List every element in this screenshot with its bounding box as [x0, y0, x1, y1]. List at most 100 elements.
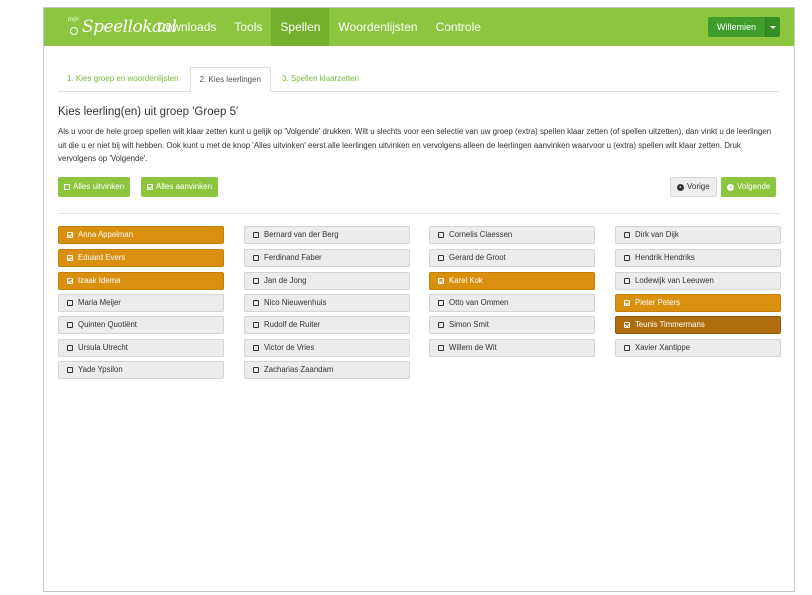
student-name: Rudolf de Ruiter [264, 320, 321, 329]
student-item[interactable]: Yade Ypsilon [58, 361, 224, 379]
checkbox-empty-icon[interactable] [253, 278, 259, 284]
student-name: Simon Smit [449, 320, 489, 329]
uncheck-all-button[interactable]: Alles uitvinken [58, 177, 131, 197]
checkbox-empty-icon[interactable] [624, 232, 630, 238]
student-item[interactable]: Lodewijk van Leeuwen [615, 272, 781, 290]
checkbox-empty-icon[interactable] [253, 322, 259, 328]
checkbox-empty-icon[interactable] [624, 278, 630, 284]
prev-button[interactable]: Vorige [670, 177, 717, 197]
student-name: Izaak Idema [78, 276, 121, 285]
logo-ring-icon [70, 27, 78, 35]
checkbox-empty-icon[interactable] [253, 345, 259, 351]
checkbox-empty-icon[interactable] [253, 300, 259, 306]
checkbox-empty-icon[interactable] [67, 322, 73, 328]
checkbox-empty-icon[interactable] [253, 255, 259, 261]
checkbox-empty-icon[interactable] [253, 367, 259, 373]
student-item[interactable]: Nico Nieuwenhuis [244, 294, 410, 312]
user-name[interactable]: Willemien [707, 17, 765, 37]
next-label: Volgende [737, 182, 771, 191]
top-navbar: mijn Speellokaal Downloads Tools Spellen… [44, 8, 794, 46]
student-item[interactable]: Simon Smit [429, 316, 595, 334]
checkbox-empty-icon[interactable] [67, 300, 73, 306]
tab-step-2[interactable]: 2. Kies leerlingen [189, 67, 271, 92]
student-item[interactable]: Anna Appelman [58, 226, 224, 244]
uncheck-all-label: Alles uitvinken [73, 182, 125, 191]
student-item[interactable]: Xavier Xantippe [615, 339, 781, 357]
checkbox-checked-icon[interactable] [67, 278, 73, 284]
student-name: Nico Nieuwenhuis [264, 298, 327, 307]
student-item[interactable]: Cornelis Claessen [429, 226, 595, 244]
student-item[interactable]: Hendrik Hendriks [615, 249, 781, 267]
check-all-label: Alles aanvinken [156, 182, 213, 191]
student-item[interactable]: Willem de Wit [429, 339, 595, 357]
checkbox-empty-icon [64, 184, 70, 190]
checkbox-checked-icon[interactable] [67, 255, 73, 261]
student-name: Ferdinand Faber [264, 253, 322, 262]
student-item[interactable]: Dirk van Dijk [615, 226, 781, 244]
checkbox-empty-icon[interactable] [438, 322, 444, 328]
student-item[interactable]: Bernard van der Berg [244, 226, 410, 244]
nav-spellen[interactable]: Spellen [271, 8, 330, 46]
student-name: Yade Ypsilon [78, 365, 123, 374]
student-name: Teunis Timmermans [635, 320, 705, 329]
nav-woordenlijsten[interactable]: Woordenlijsten [329, 8, 426, 46]
next-button[interactable]: Volgende [721, 177, 777, 197]
student-item[interactable]: Victor de Vries [244, 339, 410, 357]
arrow-right-circle-icon [727, 183, 734, 191]
user-menu-button[interactable]: Willemien [707, 17, 780, 37]
student-item[interactable]: Quinten Quotiënt [58, 316, 224, 334]
main-nav: Downloads Tools Spellen Woordenlijsten C… [148, 8, 490, 46]
tab-step-1[interactable]: 1. Kies groep en woordenlijsten [58, 67, 188, 92]
student-item[interactable]: Eduard Evers [58, 249, 224, 267]
student-name: Xavier Xantippe [635, 343, 691, 352]
student-item[interactable]: Karel Kok [429, 272, 595, 290]
student-name: Lodewijk van Leeuwen [635, 276, 714, 285]
student-item[interactable]: Maria Meijer [58, 294, 224, 312]
check-all-button[interactable]: Alles aanvinken [141, 177, 219, 197]
student-item[interactable]: Jan de Jong [244, 272, 410, 290]
student-item[interactable]: Izaak Idema [58, 272, 224, 290]
nav-controle[interactable]: Controle [427, 8, 490, 46]
student-name: Eduard Evers [78, 253, 126, 262]
tab-step-3[interactable]: 3. Spellen klaarzetten [273, 67, 368, 92]
step-tabs: 1. Kies groep en woordenlijsten 2. Kies … [58, 67, 779, 92]
checkbox-empty-icon[interactable] [438, 232, 444, 238]
logo-prefix: mijn [68, 17, 80, 23]
student-item[interactable]: Teunis Timmermans [615, 316, 781, 334]
checkbox-empty-icon[interactable] [67, 345, 73, 351]
student-name: Pieter Peters [635, 298, 681, 307]
nav-downloads[interactable]: Downloads [148, 8, 225, 46]
student-item[interactable]: Zacharias Zaandam [244, 361, 410, 379]
checkbox-empty-icon[interactable] [438, 300, 444, 306]
checkbox-empty-icon[interactable] [624, 345, 630, 351]
arrow-left-circle-icon [677, 183, 684, 191]
student-item[interactable]: Ursula Utrecht [58, 339, 224, 357]
checkbox-checked-icon[interactable] [438, 278, 444, 284]
student-item[interactable]: Rudolf de Ruiter [244, 316, 410, 334]
student-name: Cornelis Claessen [449, 230, 513, 239]
checkbox-empty-icon[interactable] [438, 345, 444, 351]
chevron-down-icon [770, 25, 776, 29]
checkbox-checked-icon[interactable] [67, 232, 73, 238]
checkbox-checked-icon[interactable] [624, 300, 630, 306]
student-name: Quinten Quotiënt [78, 320, 137, 329]
student-name: Dirk van Dijk [635, 230, 679, 239]
checkbox-checked-icon[interactable] [624, 322, 630, 328]
student-name: Maria Meijer [78, 298, 121, 307]
user-dropdown-toggle[interactable] [765, 17, 780, 37]
student-item[interactable]: Ferdinand Faber [244, 249, 410, 267]
checkbox-empty-icon[interactable] [67, 367, 73, 373]
prev-label: Vorige [687, 182, 710, 191]
checkbox-empty-icon[interactable] [624, 255, 630, 261]
student-item[interactable]: Otto van Ommen [429, 294, 595, 312]
instructions-text: Als u voor de hele groep spellen wilt kl… [58, 127, 772, 163]
nav-tools[interactable]: Tools [225, 8, 271, 46]
student-item[interactable]: Gerard de Groot [429, 249, 595, 267]
student-item[interactable]: Pieter Peters [615, 294, 781, 312]
student-name: Jan de Jong [264, 276, 307, 285]
checkbox-empty-icon[interactable] [438, 255, 444, 261]
student-name: Zacharias Zaandam [264, 365, 334, 374]
student-name: Gerard de Groot [449, 253, 506, 262]
student-name: Bernard van der Berg [264, 230, 339, 239]
checkbox-empty-icon[interactable] [253, 232, 259, 238]
